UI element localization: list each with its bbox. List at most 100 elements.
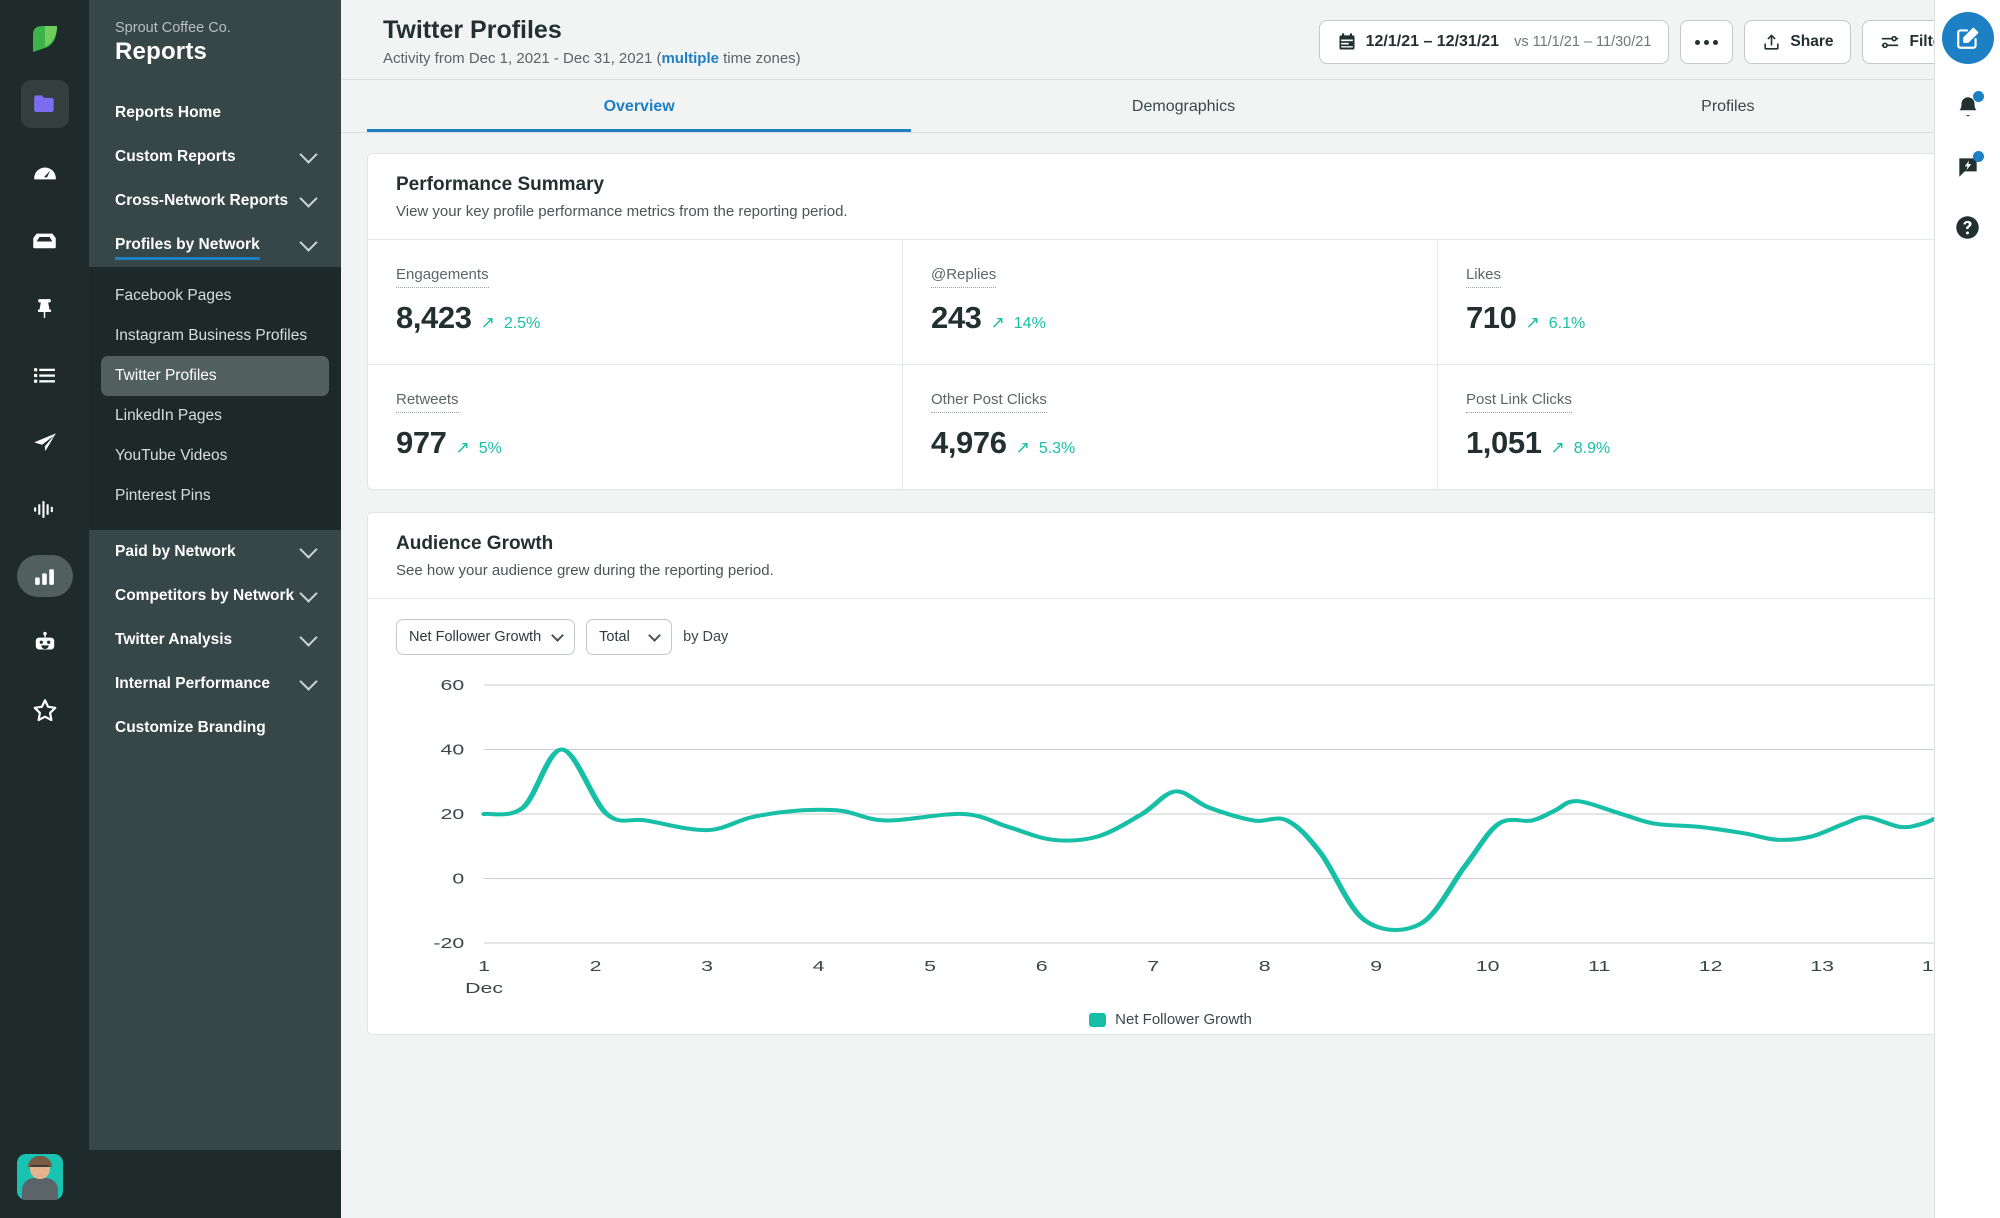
metric-delta: 6.1% (1548, 315, 1586, 332)
metric-value-row: 977 ↗ 5% (396, 425, 874, 461)
audience-growth-card: Audience Growth See how your audience gr… (367, 512, 1974, 1035)
inbox-icon[interactable] (17, 220, 73, 262)
sidebar-subitem-linkedin-pages[interactable]: LinkedIn Pages (101, 396, 329, 436)
sidebar-subitem-instagram-business-profiles[interactable]: Instagram Business Profiles (101, 316, 329, 356)
metric-value: 243 (930, 300, 982, 335)
metric-retweets: Retweets 977 ↗ 5% (368, 365, 903, 489)
metric-delta: 5.3% (1038, 440, 1076, 457)
list-icon[interactable] (17, 354, 73, 396)
metric-delta: 5% (478, 440, 502, 457)
svg-text:3: 3 (701, 957, 713, 974)
tab-overview[interactable]: Overview (367, 80, 911, 132)
sprout-leaf-logo[interactable] (23, 18, 67, 62)
chevron-down-icon (299, 628, 318, 647)
sidebar-item-profiles-by-network[interactable]: Profiles by Network (89, 223, 341, 267)
folder-icon[interactable] (20, 80, 69, 128)
svg-text:4: 4 (813, 957, 825, 974)
page-title: Twitter Profiles (383, 16, 562, 44)
waveform-icon[interactable] (17, 488, 73, 530)
by-day-label: by Day (683, 629, 729, 645)
calendar-icon (1339, 33, 1355, 50)
svg-text:12: 12 (1699, 957, 1723, 974)
date-range-picker[interactable]: 12/1/21 – 12/31/21 vs 11/1/21 – 11/30/21 (1318, 20, 1670, 64)
sidebar-spacer-top (89, 82, 341, 91)
svg-text:9: 9 (1370, 957, 1382, 974)
metric-label[interactable]: Retweets (396, 391, 459, 413)
metric-label[interactable]: Post Link Clicks (1465, 391, 1572, 413)
chevron-down-icon (299, 540, 318, 559)
audience-growth-chart[interactable]: 6040200-201234567891011121314Dec (396, 669, 1948, 999)
sidebar-header: Sprout Coffee Co. Reports (89, 0, 341, 82)
more-options-button[interactable] (1680, 20, 1734, 64)
sidebar-item-customize-branding[interactable]: Customize Branding (89, 706, 341, 750)
sidebar-item-internal-performance[interactable]: Internal Performance (89, 662, 341, 706)
metric-post-link-clicks: Post Link Clicks 1,051 ↗ 8.9% (1438, 365, 1973, 489)
sidebar-item-cross-network-reports[interactable]: Cross-Network Reports (89, 179, 341, 223)
performance-summary-description: View your key profile performance metric… (396, 203, 848, 220)
sidebar-item-twitter-analysis[interactable]: Twitter Analysis (89, 618, 341, 662)
metric-value: 977 (396, 425, 447, 460)
message-lightning-icon[interactable] (1951, 150, 1985, 184)
sidebar-subitem-facebook-pages[interactable]: Facebook Pages (101, 276, 329, 316)
aggregation-select-value: Total (599, 629, 630, 645)
sidebar-item-competitors-by-network[interactable]: Competitors by Network (89, 574, 341, 618)
svg-text:10: 10 (1476, 957, 1500, 974)
bar-chart-icon[interactable] (16, 555, 73, 597)
metric-value: 8,423 (396, 300, 472, 335)
help-icon[interactable] (1951, 210, 1985, 244)
legend-label: Net Follower Growth (1115, 1011, 1252, 1028)
notification-badge (1972, 91, 1984, 102)
audience-growth-title: Audience Growth (396, 533, 554, 554)
dashboard-gauge-icon[interactable] (17, 153, 73, 195)
svg-text:40: 40 (441, 741, 465, 758)
metric-select[interactable]: Net Follower Growth (396, 619, 576, 655)
metric-label[interactable]: Engagements (396, 266, 489, 288)
paper-plane-icon[interactable] (17, 421, 73, 463)
star-icon[interactable] (17, 689, 73, 731)
user-avatar[interactable] (17, 1154, 63, 1200)
sidebar-item-label: Customize Branding (115, 719, 266, 736)
top-bar-actions: 12/1/21 – 12/31/21 vs 11/1/21 – 11/30/21… (1318, 16, 1974, 64)
performance-summary-header: Performance Summary View your key profil… (368, 154, 1973, 240)
metric-label[interactable]: Other Post Clicks (930, 391, 1047, 413)
bot-icon[interactable] (17, 622, 73, 664)
metric-value-row: 1,051 ↗ 8.9% (1466, 425, 1945, 461)
page-subtitle: Activity from Dec 1, 2021 - Dec 31, 2021… (383, 50, 801, 67)
main-content: Twitter Profiles Activity from Dec 1, 20… (341, 0, 2000, 1218)
svg-text:6: 6 (1036, 957, 1048, 974)
metric-engagements: Engagements 8,423 ↗ 2.5% (368, 240, 903, 365)
metric-label[interactable]: Likes (1465, 266, 1501, 288)
sidebar-subitem-twitter-profiles[interactable]: Twitter Profiles (101, 356, 329, 396)
sidebar-subitem-pinterest-pins[interactable]: Pinterest Pins (101, 476, 329, 516)
svg-text:13: 13 (1810, 957, 1834, 974)
svg-text:-20: -20 (433, 934, 464, 951)
bell-icon[interactable] (1951, 90, 1985, 124)
content-scroll: Performance Summary View your key profil… (341, 133, 2000, 1218)
chevron-down-icon (299, 145, 318, 164)
share-upload-icon (1764, 34, 1780, 50)
timezone-link[interactable]: multiple (661, 50, 719, 67)
app-root: Sprout Coffee Co. Reports Reports Home C… (0, 0, 2000, 1218)
metric-value: 1,051 (1465, 425, 1542, 460)
tab-profiles[interactable]: Profiles (1456, 80, 2000, 132)
metric-label[interactable]: @Replies (930, 266, 997, 288)
chart-legend: Net Follower Growth (396, 999, 1945, 1034)
sidebar-item-custom-reports[interactable]: Custom Reports (89, 135, 341, 179)
audience-growth-header: Audience Growth See how your audience gr… (368, 513, 1973, 599)
pin-icon[interactable] (17, 287, 73, 329)
performance-summary-title: Performance Summary (396, 174, 605, 195)
trend-up-arrow-icon: ↗ (990, 313, 1005, 332)
sidebar-item-reports-home[interactable]: Reports Home (89, 91, 341, 135)
trend-up-arrow-icon: ↗ (480, 313, 495, 332)
top-bar: Twitter Profiles Activity from Dec 1, 20… (341, 0, 2000, 80)
share-button[interactable]: Share (1744, 20, 1852, 64)
sidebar-submenu: Facebook Pages Instagram Business Profil… (89, 267, 341, 530)
compose-icon[interactable] (1941, 12, 1994, 64)
sidebar-filler (89, 750, 341, 1150)
aggregation-select[interactable]: Total (586, 619, 673, 655)
tab-demographics[interactable]: Demographics (911, 80, 1455, 132)
metric-replies: @Replies 243 ↗ 14% (902, 240, 1438, 365)
sidebar-item-paid-by-network[interactable]: Paid by Network (89, 530, 341, 574)
sidebar-subitem-youtube-videos[interactable]: YouTube Videos (101, 436, 329, 476)
sidebar-item-label: Profiles by Network (115, 236, 260, 260)
